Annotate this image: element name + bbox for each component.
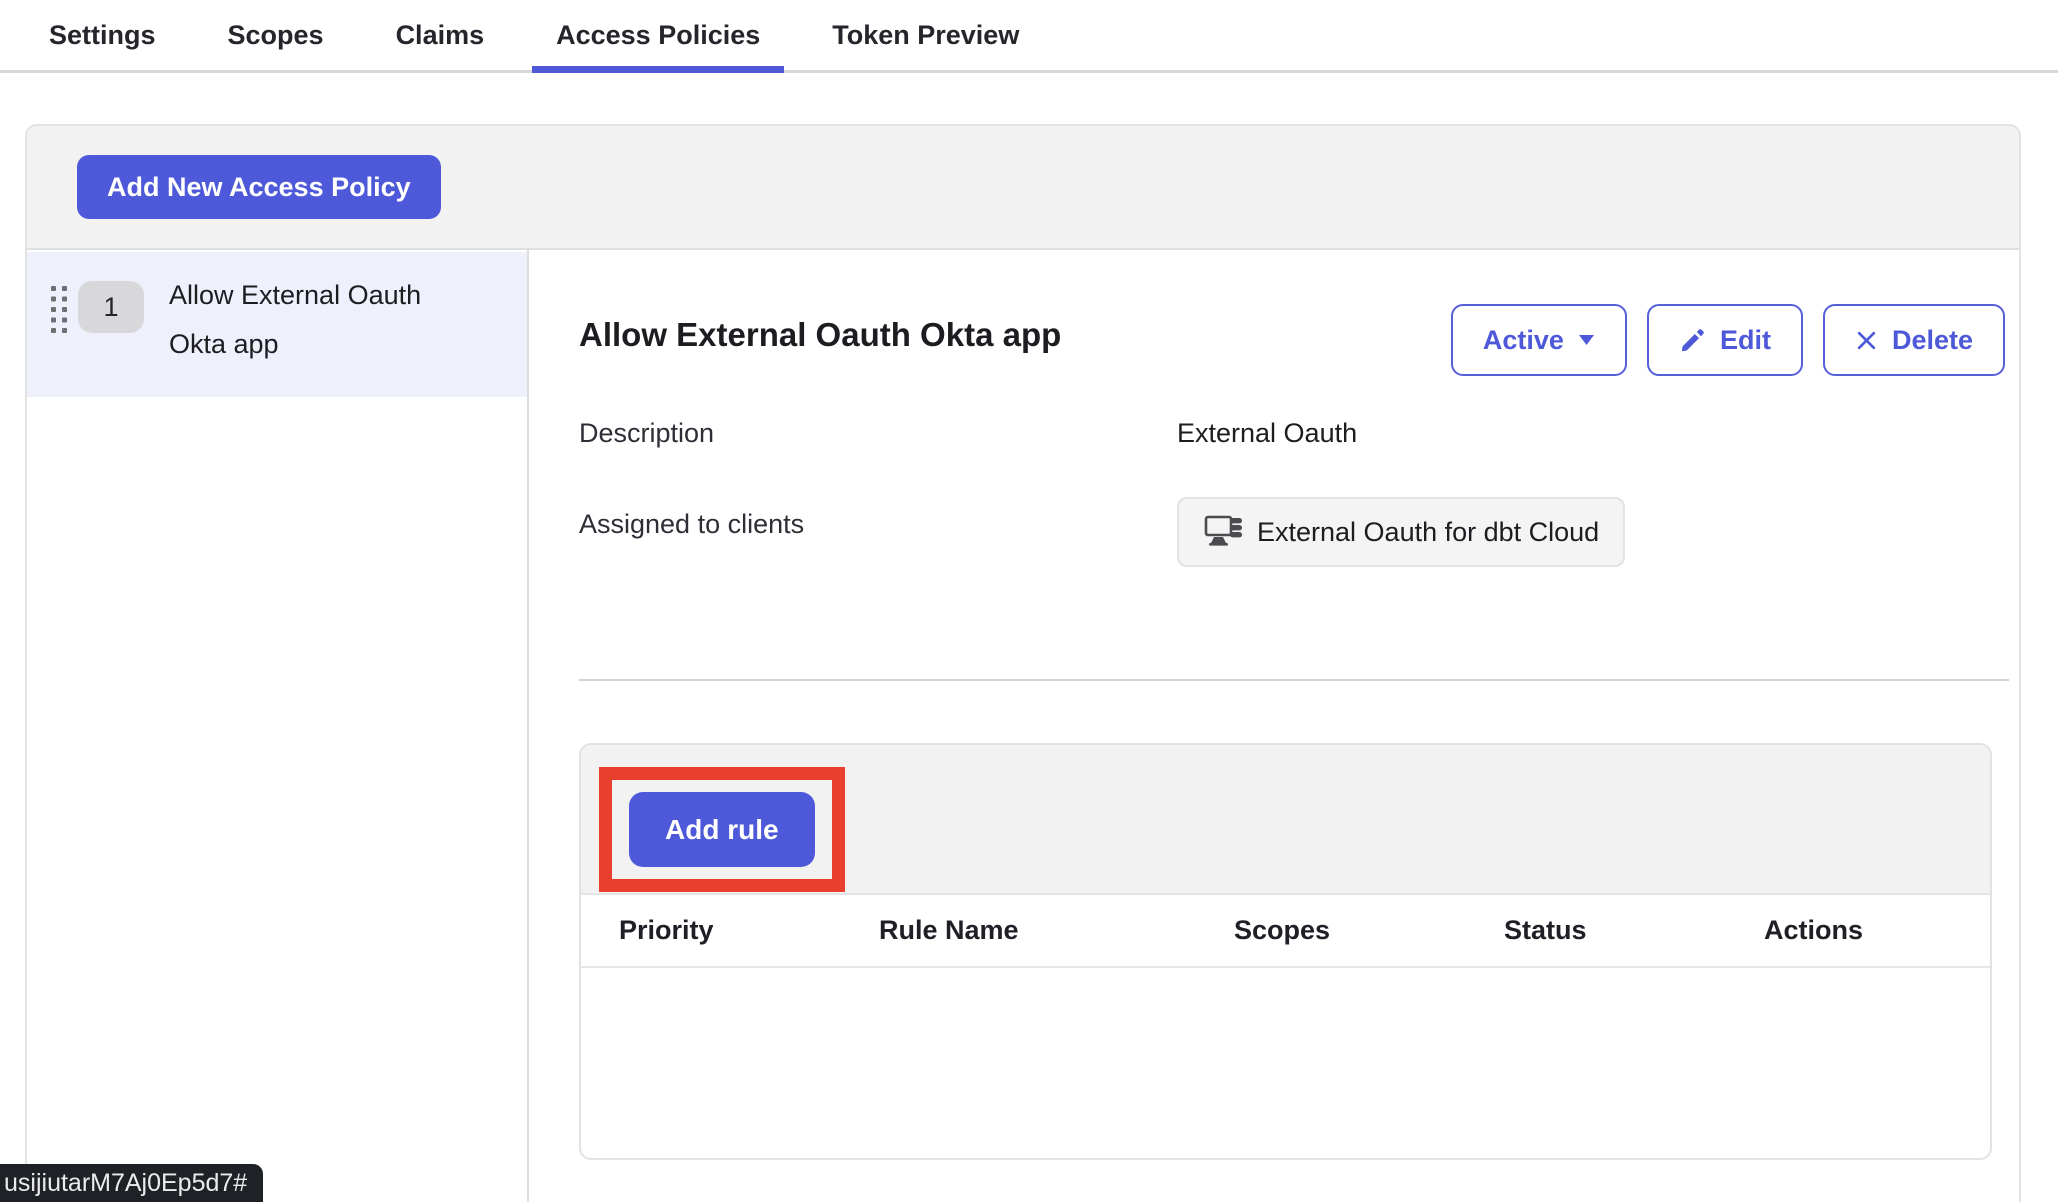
policy-detail-header: Allow External Oauth Okta app Active bbox=[579, 304, 2019, 376]
drag-handle-icon[interactable] bbox=[51, 286, 68, 333]
x-icon bbox=[1855, 329, 1878, 352]
annotation-highlight-box: Add rule bbox=[599, 767, 845, 892]
client-chip-label: External Oauth for dbt Cloud bbox=[1257, 517, 1599, 548]
policies-toolbar: Add New Access Policy bbox=[27, 126, 2019, 250]
tab-access-policies[interactable]: Access Policies bbox=[532, 0, 784, 70]
rules-col-scopes: Scopes bbox=[1234, 915, 1504, 946]
delete-button-label: Delete bbox=[1892, 325, 1973, 356]
edit-button-label: Edit bbox=[1720, 325, 1771, 356]
pencil-icon bbox=[1679, 327, 1706, 354]
policy-title: Allow External Oauth Okta app bbox=[579, 304, 1061, 354]
section-divider bbox=[579, 679, 2009, 681]
chevron-down-icon bbox=[1578, 334, 1595, 346]
policy-fields: Description External Oauth Assigned to c… bbox=[579, 412, 2019, 567]
policy-name: Allow External Oauth Okta app bbox=[169, 271, 469, 369]
client-computer-database-icon bbox=[1203, 514, 1243, 550]
tab-scopes[interactable]: Scopes bbox=[204, 0, 348, 70]
status-dropdown-label: Active bbox=[1483, 325, 1564, 356]
add-rule-button[interactable]: Add rule bbox=[629, 792, 815, 867]
rules-panel: Add rule Priority Rule Name Scopes Statu… bbox=[579, 743, 1992, 1160]
rules-col-priority: Priority bbox=[619, 915, 879, 946]
assigned-to-clients-label: Assigned to clients bbox=[579, 503, 1177, 540]
rules-table-body bbox=[581, 968, 1990, 1158]
status-dropdown-button[interactable]: Active bbox=[1451, 304, 1627, 376]
client-chip[interactable]: External Oauth for dbt Cloud bbox=[1177, 497, 1625, 567]
rules-table-header: Priority Rule Name Scopes Status Actions bbox=[581, 895, 1990, 968]
tab-claims[interactable]: Claims bbox=[372, 0, 509, 70]
policy-action-buttons: Active Edit bbox=[1451, 304, 2005, 376]
edit-button[interactable]: Edit bbox=[1647, 304, 1803, 376]
rules-col-rule-name: Rule Name bbox=[879, 915, 1234, 946]
rules-toolbar: Add rule bbox=[581, 745, 1990, 895]
tab-settings[interactable]: Settings bbox=[25, 0, 180, 70]
description-label: Description bbox=[579, 412, 1177, 449]
policy-list-item[interactable]: 1 Allow External Oauth Okta app bbox=[27, 252, 527, 397]
rules-col-actions: Actions bbox=[1764, 915, 1990, 946]
policy-detail: Allow External Oauth Okta app Active bbox=[529, 250, 2019, 1202]
assigned-clients-cell: External Oauth for dbt Cloud bbox=[1177, 503, 2019, 567]
tab-token-preview[interactable]: Token Preview bbox=[808, 0, 1043, 70]
policy-list: 1 Allow External Oauth Okta app bbox=[27, 250, 529, 1202]
tab-bar: Settings Scopes Claims Access Policies T… bbox=[0, 0, 2058, 73]
policies-body: 1 Allow External Oauth Okta app Allow Ex… bbox=[27, 250, 2019, 1202]
status-bar-link-preview: usijiutarM7Aj0Ep5d7# bbox=[0, 1164, 263, 1202]
policy-priority-badge: 1 bbox=[78, 281, 144, 333]
add-new-access-policy-button[interactable]: Add New Access Policy bbox=[77, 155, 441, 219]
description-value: External Oauth bbox=[1177, 412, 2019, 449]
access-policies-panel: Add New Access Policy 1 bbox=[25, 124, 2021, 1202]
delete-button[interactable]: Delete bbox=[1823, 304, 2005, 376]
rules-col-status: Status bbox=[1504, 915, 1764, 946]
